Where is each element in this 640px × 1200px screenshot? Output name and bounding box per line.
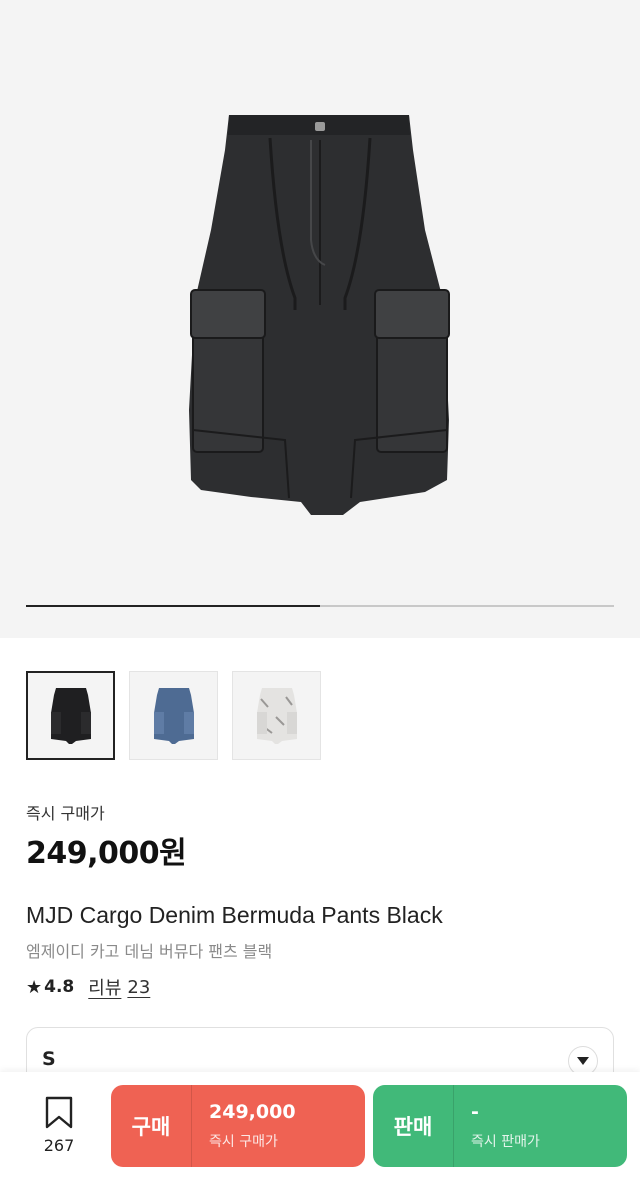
product-subtitle: 엠제이디 카고 데님 버뮤다 팬츠 블랙 xyxy=(26,942,273,961)
wishlist-count: 267 xyxy=(43,1136,75,1155)
thumbnail-strip xyxy=(26,671,321,760)
review-link[interactable]: 리뷰 xyxy=(88,974,121,1000)
product-image-carousel[interactable] xyxy=(0,0,640,638)
carousel-progress-fill xyxy=(26,605,320,607)
star-icon: ★ xyxy=(26,976,43,998)
size-value: S xyxy=(42,1048,56,1070)
bottom-action-bar: 267 구매 249,000 즉시 구매가 판매 - 즉시 판매가 xyxy=(0,1072,640,1200)
sell-button-subtitle: 즉시 판매가 xyxy=(471,1134,540,1150)
buy-button-divider xyxy=(191,1085,192,1167)
sell-button-label: 판매 xyxy=(393,1115,433,1139)
buy-button-label: 구매 xyxy=(131,1115,171,1139)
buy-button-price: 249,000 xyxy=(209,1101,296,1123)
price-label: 즉시 구매가 xyxy=(26,804,105,823)
instant-buy-price: 249,000원 xyxy=(26,836,187,871)
buy-button-subtitle: 즉시 구매가 xyxy=(209,1134,278,1150)
review-count[interactable]: 23 xyxy=(127,977,150,998)
thumbnail-white-image xyxy=(256,687,297,744)
carousel-progress xyxy=(26,605,614,607)
sell-button[interactable]: 판매 - 즉시 판매가 xyxy=(373,1085,627,1167)
thumbnail-white[interactable] xyxy=(232,671,321,760)
thumbnail-black[interactable] xyxy=(26,671,115,760)
wishlist-button[interactable]: 267 xyxy=(30,1096,88,1155)
bookmark-icon xyxy=(45,1096,73,1129)
thumbnail-blue[interactable] xyxy=(129,671,218,760)
sell-button-price: - xyxy=(471,1101,479,1123)
buy-button[interactable]: 구매 249,000 즉시 구매가 xyxy=(111,1085,365,1167)
thumbnail-black-image xyxy=(50,687,91,744)
sell-button-divider xyxy=(453,1085,454,1167)
rating-value: 4.8 xyxy=(44,977,75,997)
rating-row: ★ 4.8 리뷰 23 xyxy=(26,974,150,1000)
product-title: MJD Cargo Denim Bermuda Pants Black xyxy=(26,902,443,928)
thumbnail-blue-image xyxy=(153,687,194,744)
product-image xyxy=(189,115,450,515)
